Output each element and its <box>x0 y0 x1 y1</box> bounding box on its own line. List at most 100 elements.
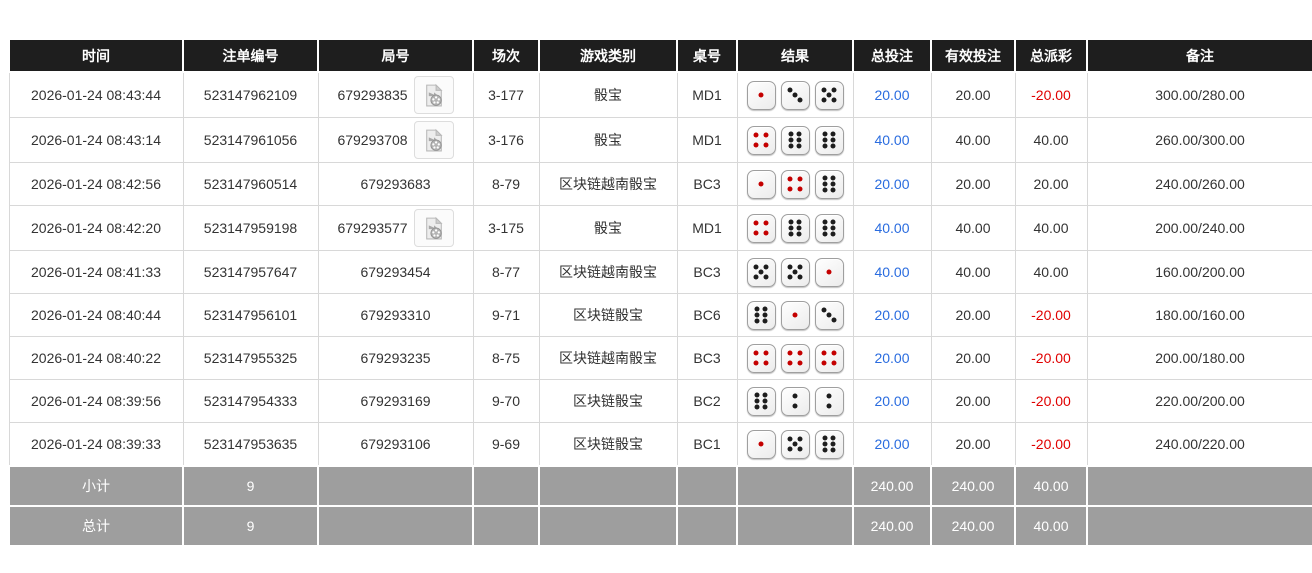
game-type-cell: 骰宝 <box>538 205 678 251</box>
table-row: 2026-01-24 08:42:20 523147959198 6792935… <box>8 205 1312 251</box>
round-cell: 679293169 <box>317 379 474 423</box>
subtotal-payout: 40.00 <box>1014 465 1088 507</box>
total-valid-bet: 240.00 <box>930 505 1016 547</box>
total-bet-cell: 20.00 <box>852 336 932 380</box>
result-cell <box>736 162 854 206</box>
dice-result <box>742 300 849 330</box>
column-header: 有效投注 <box>930 38 1016 73</box>
die-icon <box>814 257 844 287</box>
round-cell: 679293106 <box>317 422 474 467</box>
die-icon <box>746 386 776 416</box>
result-cell <box>736 205 854 251</box>
die-icon <box>746 300 776 330</box>
bet-id-cell: 523147962109 <box>182 71 319 118</box>
video-file-icon <box>425 83 443 106</box>
game-type-cell: 区块链骰宝 <box>538 379 678 423</box>
valid-bet-cell: 20.00 <box>930 379 1016 423</box>
column-header: 注单编号 <box>182 38 319 73</box>
game-type-cell: 骰宝 <box>538 117 678 163</box>
total-bet-cell: 40.00 <box>852 250 932 294</box>
valid-bet-cell: 20.00 <box>930 336 1016 380</box>
dice-result <box>742 213 849 243</box>
dice-result <box>742 169 849 199</box>
time-cell: 2026-01-24 08:39:33 <box>8 422 184 467</box>
die-icon <box>780 125 810 155</box>
video-replay-button[interactable] <box>413 76 454 114</box>
table-row: 2026-01-24 08:40:22 523147955325 6792932… <box>8 336 1312 380</box>
time-cell: 2026-01-24 08:42:56 <box>8 162 184 206</box>
time-cell: 2026-01-24 08:41:33 <box>8 250 184 294</box>
payout-cell: -20.00 <box>1014 422 1088 467</box>
table-row: 2026-01-24 08:39:56 523147954333 6792931… <box>8 379 1312 423</box>
die-icon <box>780 343 810 373</box>
column-header: 总派彩 <box>1014 38 1088 73</box>
die-icon <box>814 343 844 373</box>
payout-cell: -20.00 <box>1014 293 1088 337</box>
time-cell: 2026-01-24 08:42:20 <box>8 205 184 251</box>
video-replay-button[interactable] <box>413 209 454 247</box>
bet-id-cell: 523147956101 <box>182 293 319 337</box>
bet-history-table: 时间 注单编号 局号 场次 游戏类别 桌号 结果 总投注 有效投注 总派彩 备注 2026-01-2… <box>8 38 1312 547</box>
round-number: 679293235 <box>360 350 431 366</box>
game-type-cell: 区块链骰宝 <box>538 422 678 467</box>
session-cell: 9-70 <box>472 379 540 423</box>
column-header: 桌号 <box>676 38 738 73</box>
round-number: 679293310 <box>360 307 431 323</box>
round-number: 679293835 <box>337 87 408 103</box>
table-number-cell: MD1 <box>676 205 738 251</box>
total-payout: 40.00 <box>1014 505 1088 547</box>
round-cell: 679293454 <box>317 250 474 294</box>
table-number-cell: MD1 <box>676 117 738 163</box>
column-header: 总投注 <box>852 38 932 73</box>
table-number-cell: BC3 <box>676 336 738 380</box>
die-icon <box>814 125 844 155</box>
column-header: 游戏类别 <box>538 38 678 73</box>
table-number-cell: BC3 <box>676 250 738 294</box>
time-cell: 2026-01-24 08:40:22 <box>8 336 184 380</box>
die-icon <box>746 257 776 287</box>
remark-cell: 240.00/220.00 <box>1086 422 1312 467</box>
round-number: 679293106 <box>360 436 431 452</box>
bet-id-cell: 523147957647 <box>182 250 319 294</box>
die-icon <box>746 80 776 110</box>
valid-bet-cell: 20.00 <box>930 162 1016 206</box>
die-icon <box>814 80 844 110</box>
result-cell <box>736 117 854 163</box>
remark-cell: 180.00/160.00 <box>1086 293 1312 337</box>
payout-cell: 40.00 <box>1014 205 1088 251</box>
round-number: 679293708 <box>337 132 408 148</box>
column-header: 时间 <box>8 38 184 73</box>
result-cell <box>736 71 854 118</box>
subtotal-row: 小计 9 240.00 240.00 40.00 <box>8 465 1312 507</box>
remark-cell: 160.00/200.00 <box>1086 250 1312 294</box>
round-cell: 679293235 <box>317 336 474 380</box>
total-label: 总计 <box>8 505 184 547</box>
session-cell: 3-177 <box>472 71 540 118</box>
round-number: 679293169 <box>360 393 431 409</box>
video-replay-button[interactable] <box>413 121 454 159</box>
dice-result <box>742 343 849 373</box>
bet-id-cell: 523147955325 <box>182 336 319 380</box>
valid-bet-cell: 20.00 <box>930 422 1016 467</box>
remark-cell: 220.00/200.00 <box>1086 379 1312 423</box>
remark-cell: 300.00/280.00 <box>1086 71 1312 118</box>
round-cell: 679293683 <box>317 162 474 206</box>
total-bet-cell: 20.00 <box>852 162 932 206</box>
time-cell: 2026-01-24 08:40:44 <box>8 293 184 337</box>
result-cell <box>736 422 854 467</box>
remark-cell: 200.00/180.00 <box>1086 336 1312 380</box>
game-type-cell: 区块链越南骰宝 <box>538 336 678 380</box>
table-number-cell: BC2 <box>676 379 738 423</box>
column-header: 局号 <box>317 38 474 73</box>
total-bet-cell: 20.00 <box>852 422 932 467</box>
session-cell: 3-176 <box>472 117 540 163</box>
payout-cell: 40.00 <box>1014 250 1088 294</box>
die-icon <box>780 300 810 330</box>
die-icon <box>814 429 844 459</box>
round-cell: 679293708 <box>317 117 474 163</box>
result-cell <box>736 336 854 380</box>
bet-id-cell: 523147960514 <box>182 162 319 206</box>
remark-cell: 200.00/240.00 <box>1086 205 1312 251</box>
total-bet-cell: 20.00 <box>852 71 932 118</box>
die-icon <box>780 80 810 110</box>
